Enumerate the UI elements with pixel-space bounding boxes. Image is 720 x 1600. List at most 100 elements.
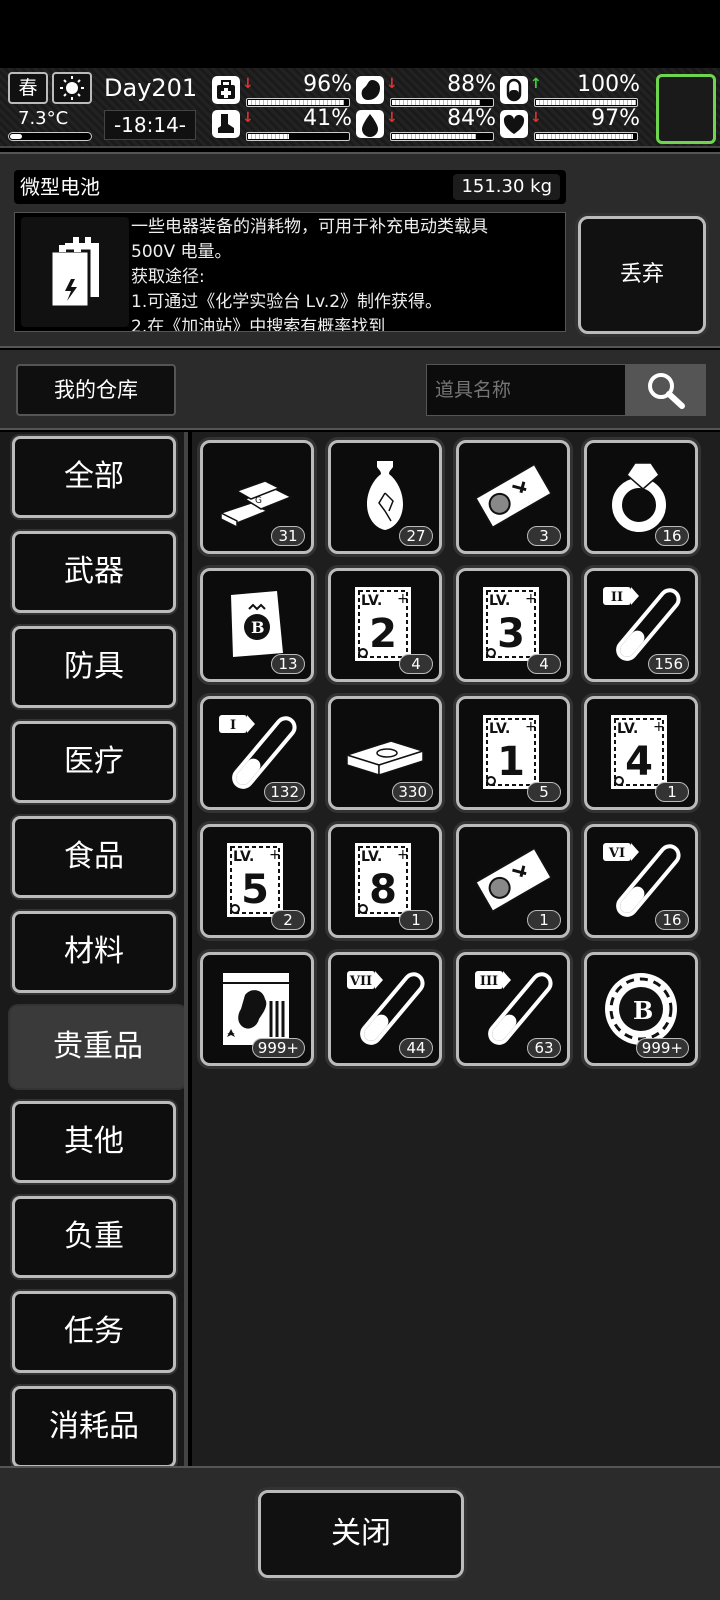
category-tab[interactable]: 其他 xyxy=(12,1101,176,1183)
item-name-bar: 微型电池 151.30 kg xyxy=(14,170,566,204)
thirst-value: 84% xyxy=(447,106,496,131)
sun-weather-icon xyxy=(52,72,92,104)
category-tab[interactable]: 武器 xyxy=(12,531,176,613)
item-name: 微型电池 xyxy=(20,175,100,199)
test-tube-icon: VII xyxy=(347,971,425,1045)
inventory-slot[interactable]: 27 xyxy=(328,440,442,554)
temperature-text: 7.3°C xyxy=(18,108,69,129)
equipped-slot[interactable] xyxy=(656,74,716,144)
bottom-bar: 关闭 xyxy=(0,1466,720,1600)
svg-text:III: III xyxy=(480,974,498,989)
medicine-stat: ↑ 100% xyxy=(500,74,640,108)
level-card-icon: LV. +8 xyxy=(355,843,411,917)
item-count-badge: 1 xyxy=(655,782,689,802)
svg-text:+: + xyxy=(397,847,409,863)
inventory-slot[interactable]: 999+ xyxy=(200,952,314,1066)
svg-text:+: + xyxy=(525,591,537,607)
svg-text:+: + xyxy=(269,847,281,863)
category-tab[interactable]: 材料 xyxy=(12,911,176,993)
category-tab[interactable]: 食品 xyxy=(12,816,176,898)
inventory-slot[interactable]: 1 xyxy=(456,824,570,938)
monster-card-icon xyxy=(223,973,289,1045)
diamond-ring-icon xyxy=(612,462,666,532)
hunger-value: 88% xyxy=(447,72,496,97)
category-tab[interactable]: 防具 xyxy=(12,626,176,708)
item-count-badge: 44 xyxy=(399,1038,433,1058)
inventory-slot[interactable]: G 31 xyxy=(200,440,314,554)
inventory-slot[interactable]: B 999+ xyxy=(584,952,698,1066)
hunger-icon xyxy=(356,76,384,104)
inventory-slot[interactable]: I 132 xyxy=(200,696,314,810)
svg-text:G: G xyxy=(255,496,262,506)
category-tab[interactable]: 消耗品 xyxy=(12,1386,176,1466)
search-button[interactable] xyxy=(626,364,706,416)
category-tab[interactable]: 全部 xyxy=(12,436,176,518)
inventory-grid: G 31 27 3 16 B 13 LV. +2 4 LV. +3 4 II 156 I 132 330 LV. +1… xyxy=(192,432,720,1466)
svg-text:LV.: LV. xyxy=(233,849,254,865)
ticket-portrait-icon xyxy=(474,846,553,913)
inventory-slot[interactable]: VII 44 xyxy=(328,952,442,1066)
item-count-badge: 16 xyxy=(655,526,689,546)
stamina-stat: ↓ 41% xyxy=(212,108,352,142)
item-count-badge: 999+ xyxy=(251,1038,305,1058)
item-search-input[interactable] xyxy=(426,364,626,416)
category-tab[interactable]: 医疗 xyxy=(12,721,176,803)
item-count-badge: 31 xyxy=(271,526,305,546)
item-count-badge: 4 xyxy=(399,654,433,674)
arrow-down-icon: ↓ xyxy=(386,76,398,92)
category-tab[interactable]: 贵重品 xyxy=(10,1006,184,1088)
svg-text:VI: VI xyxy=(608,846,625,861)
coin-bag-icon: B xyxy=(231,591,283,657)
item-count-badge: 16 xyxy=(655,910,689,930)
test-tube-icon: II xyxy=(603,587,681,661)
svg-text:B: B xyxy=(251,618,265,637)
my-warehouse-label: 我的仓库 xyxy=(16,364,176,416)
arrow-down-icon: ↓ xyxy=(242,76,254,92)
inventory-slot[interactable]: B 13 xyxy=(200,568,314,682)
discard-button[interactable]: 丢弃 xyxy=(578,216,706,334)
inventory-slot[interactable]: LV. +1 5 xyxy=(456,696,570,810)
day-counter: Day201 xyxy=(104,74,198,102)
warehouse-search-row: 我的仓库 xyxy=(0,350,720,430)
stamina-value: 41% xyxy=(303,106,352,131)
inventory-slot[interactable]: LV. +5 2 xyxy=(200,824,314,938)
thirst-stat: ↓ 84% xyxy=(356,108,496,142)
item-count-badge: 330 xyxy=(392,782,433,802)
svg-text:+: + xyxy=(653,719,665,735)
casino-chip-icon: B xyxy=(605,973,677,1045)
inventory-slot[interactable]: VI 16 xyxy=(584,824,698,938)
inventory-slot[interactable]: 16 xyxy=(584,440,698,554)
item-description: 一些电器装备的消耗物，可用于补充电动类载具 500V 电量。 获取途径: 1.可… xyxy=(131,215,561,332)
item-count-badge: 1 xyxy=(527,910,561,930)
svg-text:4: 4 xyxy=(625,739,653,785)
arrow-down-icon: ↓ xyxy=(242,110,254,126)
description-line: 2.在《加油站》中搜索有概率找到 xyxy=(131,317,386,332)
inventory-slot[interactable]: III 63 xyxy=(456,952,570,1066)
vase-icon xyxy=(367,461,403,530)
season-indicator: 春 xyxy=(8,72,48,104)
inventory-slot[interactable]: II 156 xyxy=(584,568,698,682)
inventory-slot[interactable]: LV. +2 4 xyxy=(328,568,442,682)
inventory-slot[interactable]: LV. +3 4 xyxy=(456,568,570,682)
inventory-slot[interactable]: 330 xyxy=(328,696,442,810)
item-count-badge: 3 xyxy=(527,526,561,546)
svg-text:VII: VII xyxy=(349,974,372,989)
item-count-badge: 63 xyxy=(527,1038,561,1058)
description-line: 500V 电量。 xyxy=(131,242,232,262)
svg-text:LV.: LV. xyxy=(361,849,382,865)
item-count-badge: 4 xyxy=(527,654,561,674)
category-tab[interactable]: 负重 xyxy=(12,1196,176,1278)
inventory-slot[interactable]: LV. +4 1 xyxy=(584,696,698,810)
close-button[interactable]: 关闭 xyxy=(258,1490,464,1578)
inventory-slot[interactable]: 3 xyxy=(456,440,570,554)
inventory-slot[interactable]: LV. +8 1 xyxy=(328,824,442,938)
item-count-badge: 1 xyxy=(399,910,433,930)
medicine-value: 100% xyxy=(577,72,640,97)
category-tab[interactable]: 任务 xyxy=(12,1291,176,1373)
category-sidebar[interactable]: 全部武器防具医疗食品材料贵重品其他负重任务消耗品 xyxy=(0,432,188,1466)
description-line: 1.可通过《化学实验台 Lv.2》制作获得。 xyxy=(131,292,443,312)
cash-stack-icon xyxy=(344,740,426,777)
level-card-icon: LV. +3 xyxy=(483,587,539,661)
item-count-badge: 5 xyxy=(527,782,561,802)
mood-value: 97% xyxy=(591,106,640,131)
